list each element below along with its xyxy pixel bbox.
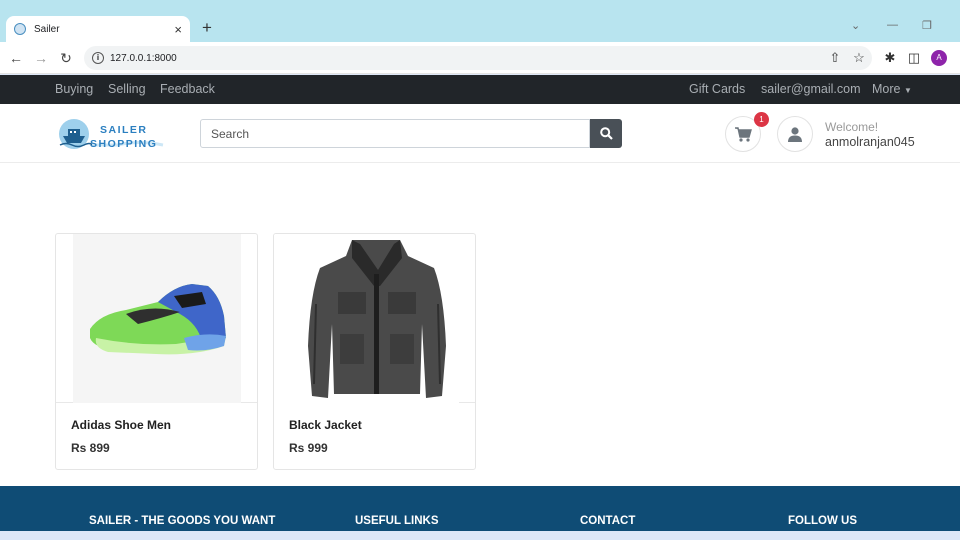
forward-icon[interactable]: → bbox=[33, 50, 49, 66]
username[interactable]: anmolranjan045 bbox=[825, 135, 915, 149]
tab-search-icon[interactable]: ⌄ bbox=[851, 19, 860, 32]
logo-line2: SHOPPING bbox=[90, 138, 157, 150]
jacket-image bbox=[274, 234, 459, 403]
footer-heading-useful-links: USEFUL LINKS bbox=[355, 515, 439, 527]
welcome-text: Welcome! bbox=[825, 120, 879, 134]
tab-title: Sailer bbox=[34, 23, 60, 35]
cart-icon bbox=[734, 126, 752, 142]
share-icon[interactable]: ⇧ bbox=[827, 50, 843, 66]
footer-heading-about: SAILER - THE GOODS YOU WANT bbox=[89, 515, 276, 527]
search-icon bbox=[599, 127, 613, 140]
shoe-image bbox=[73, 234, 241, 403]
restore-icon[interactable]: ❐ bbox=[922, 19, 932, 32]
minimize-icon[interactable]: — bbox=[887, 19, 898, 31]
product-price: Rs 999 bbox=[289, 441, 328, 455]
ship-logo-icon: SAILER SHOPPING bbox=[59, 119, 164, 150]
caret-down-icon: ▼ bbox=[903, 86, 912, 95]
extensions-icon[interactable]: ✱ bbox=[882, 50, 898, 66]
url-text: 127.0.0.1:8000 bbox=[110, 52, 177, 64]
nav-more-label: More bbox=[872, 82, 901, 96]
footer-heading-contact: CONTACT bbox=[580, 515, 636, 527]
product-name[interactable]: Adidas Shoe Men bbox=[71, 418, 171, 432]
product-price: Rs 899 bbox=[71, 441, 110, 455]
footer-heading-follow-us: FOLLOW US bbox=[788, 515, 857, 527]
search-button[interactable] bbox=[590, 119, 622, 148]
nav-more-dropdown[interactable]: More ▼ bbox=[872, 82, 912, 96]
site-logo[interactable]: SAILER SHOPPING bbox=[58, 116, 168, 152]
search-input[interactable] bbox=[200, 119, 590, 148]
site-header: SAILER SHOPPING 1 Welcome! a bbox=[0, 104, 960, 163]
nav-selling[interactable]: Selling bbox=[108, 82, 146, 96]
nav-buying[interactable]: Buying bbox=[55, 82, 93, 96]
ship-favicon-icon bbox=[14, 23, 26, 35]
cart-count-badge: 1 bbox=[754, 112, 769, 127]
account-button[interactable] bbox=[777, 116, 813, 152]
nav-feedback[interactable]: Feedback bbox=[160, 82, 215, 96]
user-icon bbox=[788, 126, 802, 142]
product-image[interactable] bbox=[274, 234, 475, 403]
url-field[interactable]: i 127.0.0.1:8000 bbox=[84, 46, 872, 70]
web-page: Buying Selling Feedback Gift Cards saile… bbox=[0, 75, 960, 531]
browser-tab[interactable]: Sailer × bbox=[6, 16, 190, 42]
site-footer: SAILER - THE GOODS YOU WANT USEFUL LINKS… bbox=[0, 486, 960, 531]
site-info-icon[interactable]: i bbox=[92, 52, 104, 64]
top-nav: Buying Selling Feedback Gift Cards saile… bbox=[0, 75, 960, 104]
product-card[interactable]: Adidas Shoe Men Rs 899 bbox=[55, 233, 258, 470]
product-card[interactable]: Black Jacket Rs 999 bbox=[273, 233, 476, 470]
product-name[interactable]: Black Jacket bbox=[289, 418, 362, 432]
product-image[interactable] bbox=[56, 234, 257, 403]
profile-avatar[interactable]: A bbox=[931, 50, 947, 66]
new-tab-button[interactable]: + bbox=[198, 18, 216, 38]
bookmark-star-icon[interactable]: ☆ bbox=[851, 50, 867, 66]
back-icon[interactable]: ← bbox=[8, 50, 24, 66]
side-panel-icon[interactable]: ◫ bbox=[906, 50, 922, 66]
reload-icon[interactable]: ↻ bbox=[58, 50, 74, 67]
nav-gift-cards[interactable]: Gift Cards bbox=[689, 82, 745, 96]
nav-email[interactable]: sailer@gmail.com bbox=[761, 82, 861, 96]
logo-line1: SAILER bbox=[100, 124, 148, 136]
close-tab-icon[interactable]: × bbox=[174, 22, 182, 37]
